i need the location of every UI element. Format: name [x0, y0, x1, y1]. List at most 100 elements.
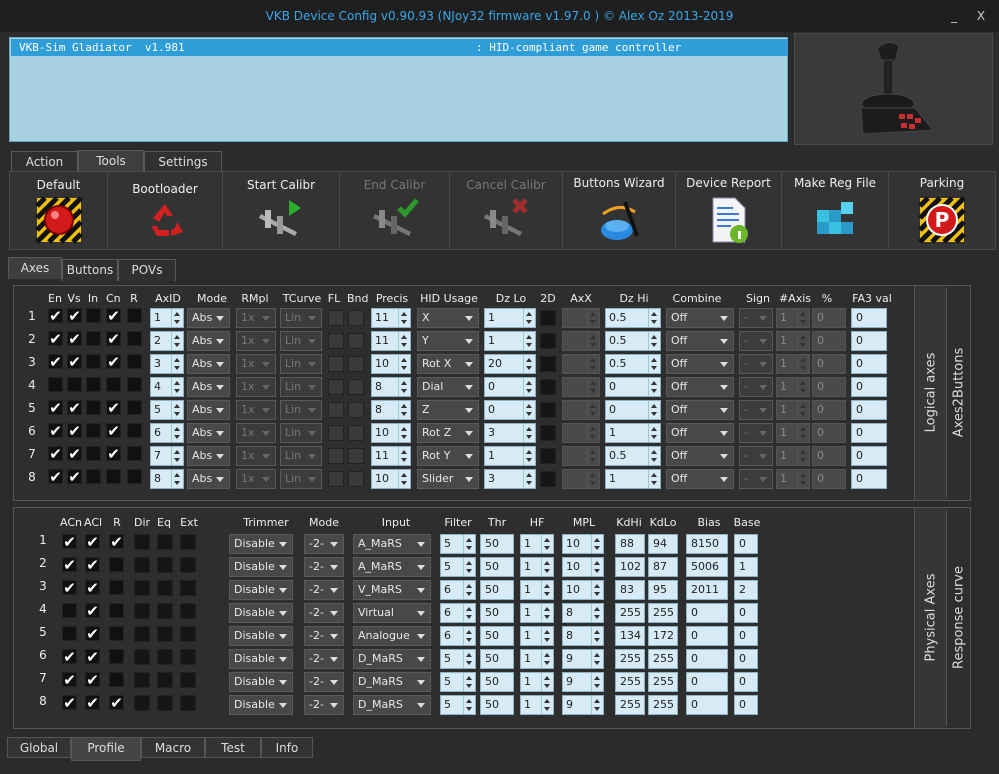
fl-checkbox[interactable] [328, 333, 344, 349]
thr-field[interactable]: 50 [480, 603, 514, 623]
close-button[interactable]: X [970, 8, 992, 24]
spin-arrows-icon[interactable] [398, 332, 410, 350]
invert-checkbox[interactable] [86, 354, 101, 369]
r-checkbox[interactable]: ✔ [109, 695, 124, 711]
kdlo-field[interactable]: 255 [648, 649, 678, 669]
thr-field[interactable]: 50 [480, 672, 514, 692]
tcurve-dropdown[interactable]: Lin [280, 377, 322, 397]
fl-checkbox[interactable] [328, 402, 344, 418]
rmpl-dropdown[interactable]: 1x [236, 469, 276, 489]
rmpl-dropdown[interactable]: 1x [236, 354, 276, 374]
input-dropdown[interactable]: A_MaRS [353, 557, 431, 577]
visible-checkbox[interactable]: ✔ [67, 446, 82, 462]
spin-arrows-icon[interactable] [398, 470, 410, 488]
filter-spinner[interactable]: 6 [440, 580, 476, 600]
spin-arrows-icon[interactable] [523, 355, 535, 373]
minimize-button[interactable]: _ [943, 8, 965, 24]
axid-spinner[interactable]: 5 [150, 400, 184, 420]
eq-checkbox[interactable] [157, 534, 173, 550]
fl-checkbox[interactable] [328, 356, 344, 372]
input-dropdown[interactable]: Analogue [353, 626, 431, 646]
mpl-spinner[interactable]: 9 [562, 695, 604, 715]
spin-arrows-icon[interactable] [797, 309, 809, 327]
filter-spinner[interactable]: 5 [440, 557, 476, 577]
filter-spinner[interactable]: 5 [440, 649, 476, 669]
spin-arrows-icon[interactable] [398, 309, 410, 327]
invert-checkbox[interactable] [86, 400, 101, 415]
dz-lo-spinner[interactable]: 3 [484, 423, 536, 443]
percent-field[interactable]: 0 [812, 377, 846, 397]
filter-spinner[interactable]: 5 [440, 534, 476, 554]
tcurve-dropdown[interactable]: Lin [280, 331, 322, 351]
fa3-val-field[interactable]: 0 [851, 377, 887, 397]
combine-dropdown[interactable]: Off [666, 469, 734, 489]
percent-field[interactable]: 0 [812, 446, 846, 466]
thr-field[interactable]: 50 [480, 649, 514, 669]
axid-spinner[interactable]: 1 [150, 308, 184, 328]
spin-arrows-icon[interactable] [648, 447, 660, 465]
axid-spinner[interactable]: 8 [150, 469, 184, 489]
spin-arrows-icon[interactable] [591, 535, 603, 553]
precis-spinner[interactable]: 8 [371, 377, 411, 397]
spin-arrows-icon[interactable] [797, 470, 809, 488]
trimmer-dropdown[interactable]: Disable [229, 626, 293, 646]
num-axis-spinner[interactable]: 1 [776, 446, 810, 466]
hf-spinner[interactable]: 1 [520, 649, 554, 669]
dz-lo-spinner[interactable]: 3 [484, 469, 536, 489]
num-axis-spinner[interactable]: 1 [776, 400, 810, 420]
combine-dropdown[interactable]: Off [666, 377, 734, 397]
sign-dropdown[interactable]: - [739, 400, 773, 420]
acn-checkbox[interactable]: ✔ [62, 695, 77, 711]
percent-field[interactable]: 0 [812, 400, 846, 420]
twod-checkbox[interactable] [540, 425, 556, 441]
hid-usage-dropdown[interactable]: X [417, 308, 479, 328]
eq-checkbox[interactable] [157, 695, 173, 711]
dz-hi-spinner[interactable]: 1 [605, 469, 661, 489]
kdhi-field[interactable]: 255 [615, 649, 645, 669]
trimmer-dropdown[interactable]: Disable [229, 534, 293, 554]
spin-arrows-icon[interactable] [171, 470, 183, 488]
kdhi-field[interactable]: 83 [615, 580, 645, 600]
tab-global[interactable]: Global [7, 737, 71, 758]
precis-spinner[interactable]: 11 [371, 308, 411, 328]
dz-hi-spinner[interactable]: 0.5 [605, 308, 661, 328]
reverse-checkbox[interactable] [127, 331, 142, 346]
dir-checkbox[interactable] [134, 672, 150, 688]
kdlo-field[interactable]: 95 [648, 580, 678, 600]
spin-arrows-icon[interactable] [398, 401, 410, 419]
eq-checkbox[interactable] [157, 580, 173, 596]
dir-checkbox[interactable] [134, 649, 150, 665]
spin-arrows-icon[interactable] [541, 650, 553, 668]
response-curve-side-panel[interactable]: Response curve [946, 510, 970, 726]
mpl-spinner[interactable]: 10 [562, 580, 604, 600]
reverse-checkbox[interactable] [127, 423, 142, 438]
spin-arrows-icon[interactable] [171, 447, 183, 465]
percent-field[interactable]: 0 [812, 354, 846, 374]
spin-arrows-icon[interactable] [648, 424, 660, 442]
eq-checkbox[interactable] [157, 557, 173, 573]
spin-arrows-icon[interactable] [587, 447, 599, 465]
end-calibr-tool-button[interactable]: End Calibr [340, 172, 450, 249]
ext-checkbox[interactable] [180, 603, 196, 619]
spin-arrows-icon[interactable] [463, 696, 475, 714]
axid-spinner[interactable]: 3 [150, 354, 184, 374]
axid-spinner[interactable]: 4 [150, 377, 184, 397]
ext-checkbox[interactable] [180, 649, 196, 665]
ext-checkbox[interactable] [180, 557, 196, 573]
axid-spinner[interactable]: 6 [150, 423, 184, 443]
sign-dropdown[interactable]: - [739, 446, 773, 466]
visible-checkbox[interactable]: ✔ [67, 331, 82, 347]
mode-dropdown[interactable]: Abs [187, 400, 230, 420]
precis-spinner[interactable]: 11 [371, 446, 411, 466]
fa3-val-field[interactable]: 0 [851, 469, 887, 489]
dz-lo-spinner[interactable]: 20 [484, 354, 536, 374]
acl-checkbox[interactable]: ✔ [85, 649, 100, 665]
bias-field[interactable]: 0 [686, 626, 728, 646]
hid-usage-dropdown[interactable]: Rot Y [417, 446, 479, 466]
rmpl-dropdown[interactable]: 1x [236, 423, 276, 443]
tcurve-dropdown[interactable]: Lin [280, 446, 322, 466]
invert-checkbox[interactable] [86, 469, 101, 484]
bias-field[interactable]: 2011 [686, 580, 728, 600]
fa3-val-field[interactable]: 0 [851, 354, 887, 374]
filter-spinner[interactable]: 5 [440, 695, 476, 715]
